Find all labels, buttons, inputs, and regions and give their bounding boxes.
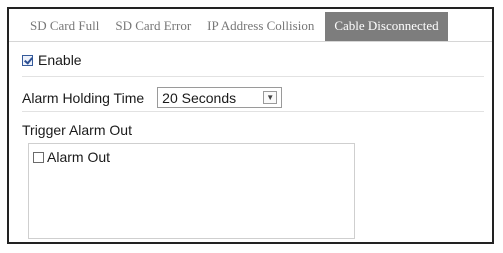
tab-sd-card-error[interactable]: SD Card Error [108, 18, 198, 41]
tab-sd-card-full[interactable]: SD Card Full [23, 18, 106, 41]
event-settings-panel: SD Card Full SD Card Error IP Address Co… [7, 7, 494, 244]
holding-time-value: 20 Seconds [162, 89, 237, 106]
alarm-out-list: Alarm Out [28, 143, 355, 239]
divider [22, 111, 484, 112]
holding-time-row: Alarm Holding Time 20 Seconds ▼ [22, 87, 283, 108]
tab-ip-address-collision[interactable]: IP Address Collision [200, 18, 321, 41]
enable-row: Enable [22, 52, 82, 68]
tab-bar: SD Card Full SD Card Error IP Address Co… [9, 9, 492, 42]
holding-time-label: Alarm Holding Time [22, 89, 145, 106]
alarm-out-checkbox[interactable] [33, 151, 44, 163]
enable-label: Enable [38, 52, 82, 68]
alarm-out-label: Alarm Out [47, 149, 111, 165]
chevron-down-icon[interactable]: ▼ [263, 91, 278, 104]
enable-checkbox[interactable] [22, 54, 33, 66]
alarm-out-item: Alarm Out [33, 149, 110, 165]
holding-time-select[interactable]: 20 Seconds ▼ [157, 87, 283, 108]
trigger-alarm-out-label: Trigger Alarm Out [22, 122, 132, 138]
divider [22, 76, 484, 77]
tab-cable-disconnected[interactable]: Cable Disconnected [325, 12, 448, 41]
